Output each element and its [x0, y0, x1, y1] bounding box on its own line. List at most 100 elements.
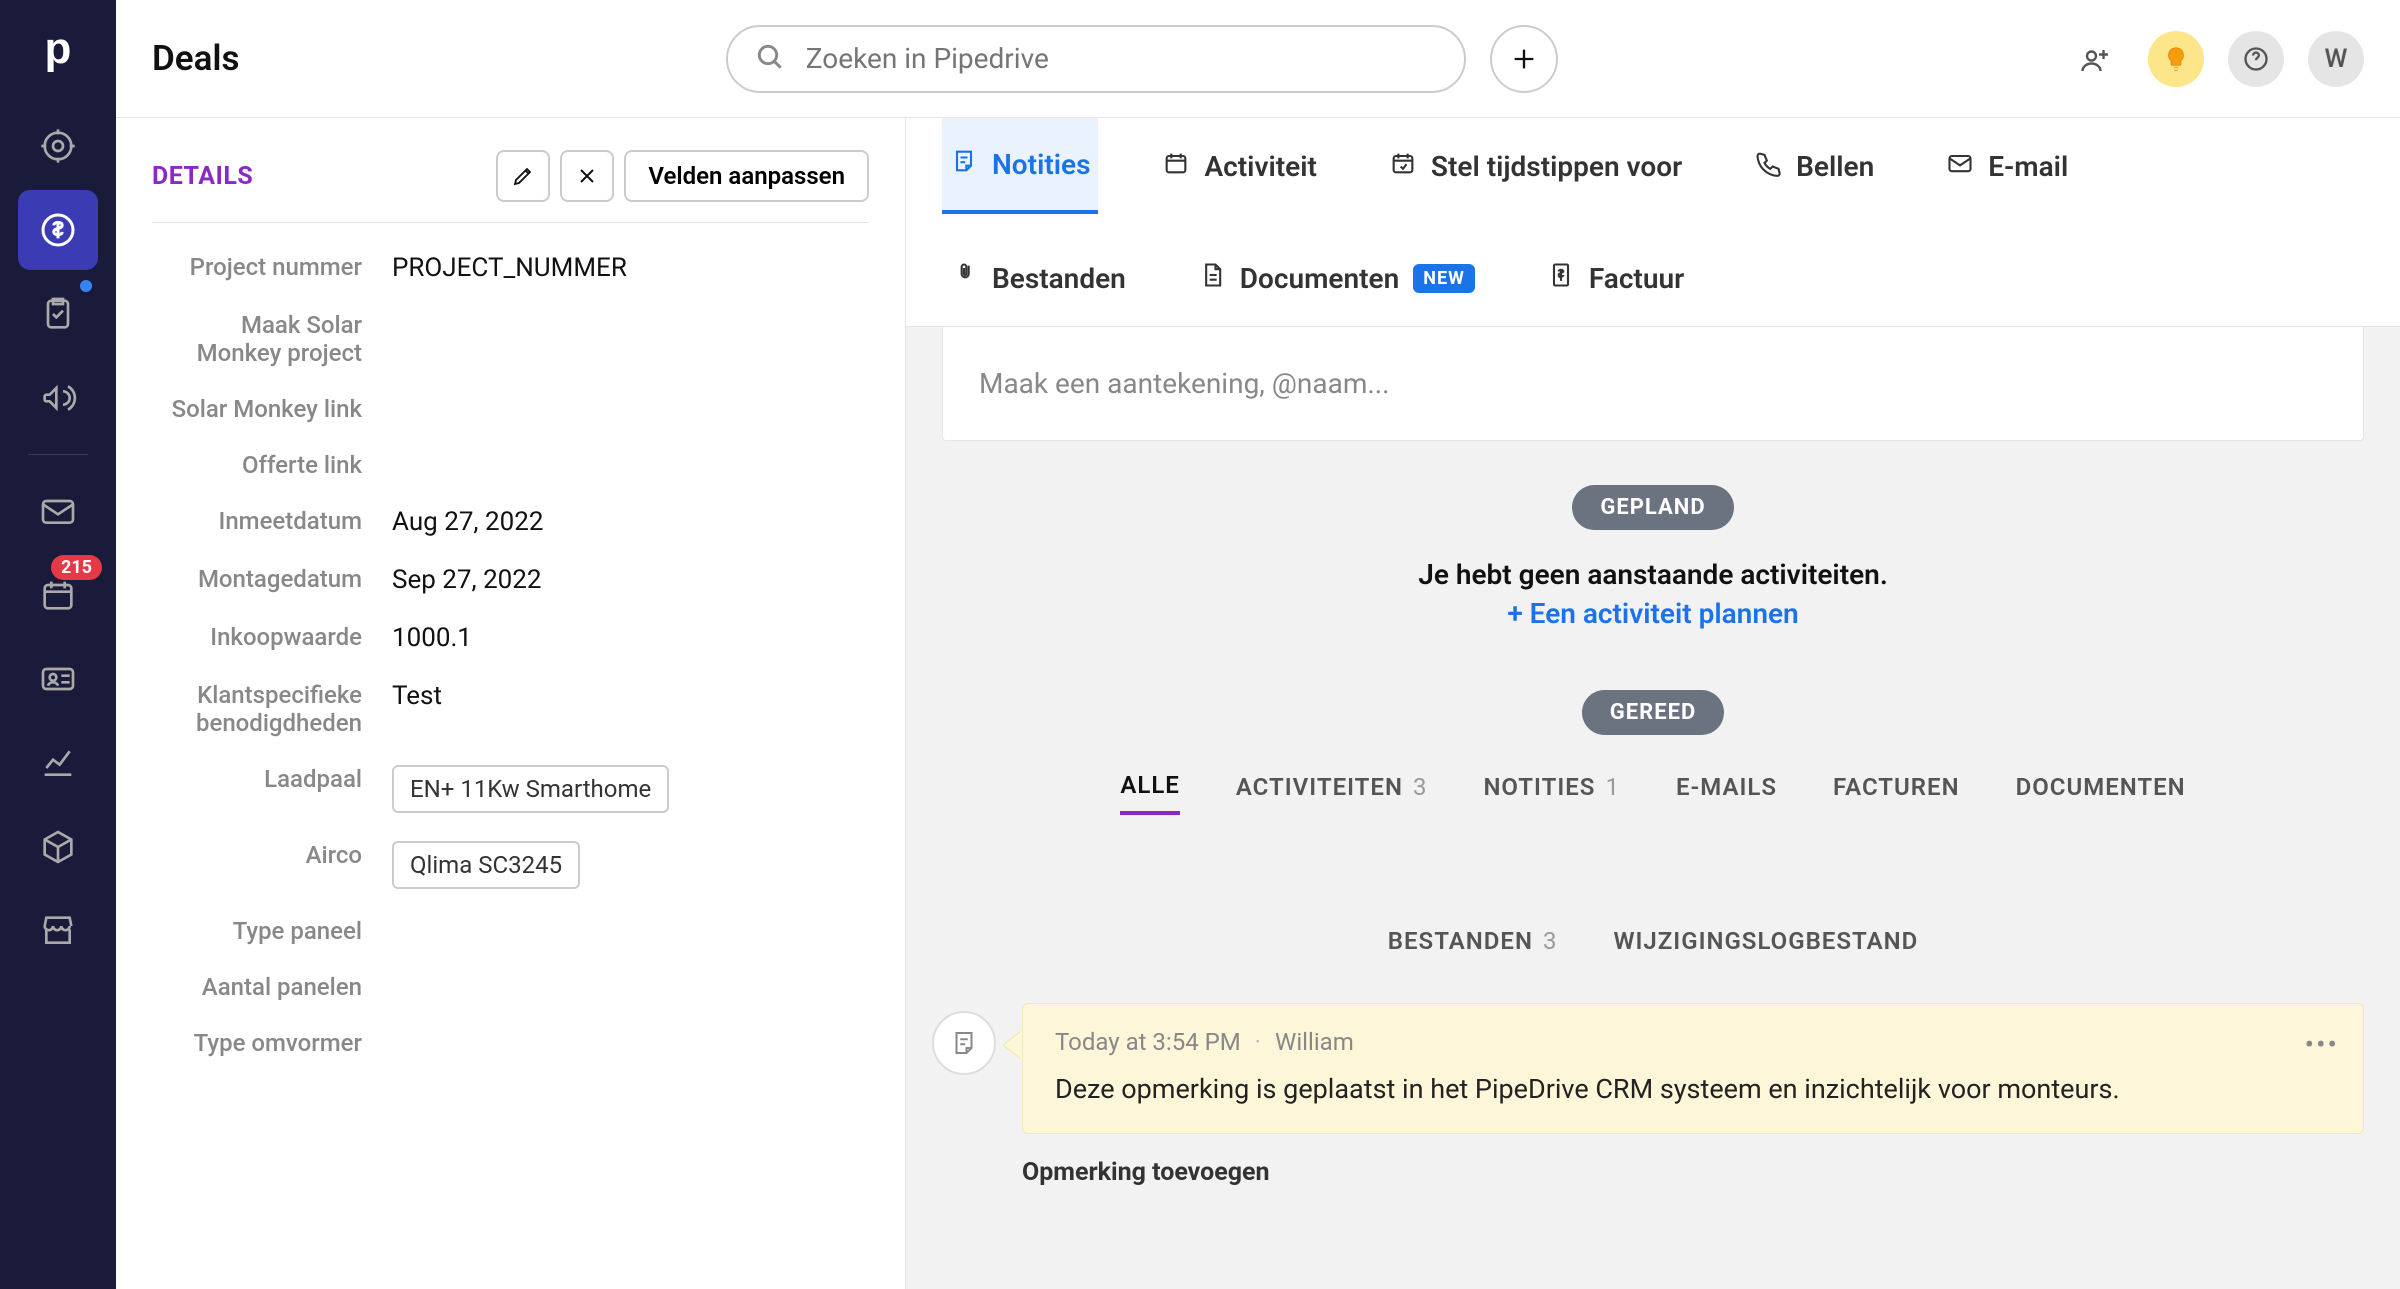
tab-label: Bellen [1796, 150, 1874, 183]
nav-marketplace[interactable] [18, 891, 98, 971]
tab-activiteit[interactable]: Activiteit [1154, 118, 1324, 214]
note-time: Today at 3:54 PM [1055, 1028, 1241, 1056]
detail-value: Qlima SC3245 [392, 841, 580, 889]
megaphone-icon [38, 378, 78, 418]
close-button[interactable] [560, 150, 614, 202]
tab-label: Notities [992, 148, 1090, 181]
tab-documenten[interactable]: DocumentenNEW [1190, 230, 1483, 326]
timeline-note-item: Today at 3:54 PM · William ••• Deze opme… [942, 1003, 2364, 1134]
add-button[interactable] [1490, 25, 1558, 93]
notification-dot [80, 280, 92, 292]
tab-bestanden[interactable]: Bestanden [942, 230, 1134, 326]
detail-value: Sep 27, 2022 [392, 565, 542, 595]
sidebar: p 215 [0, 0, 116, 1289]
help-button[interactable] [2228, 31, 2284, 87]
nav-mail[interactable] [18, 471, 98, 551]
filter-facturen[interactable]: FACTUREN [1833, 771, 1960, 815]
tab-label: E-mail [1988, 150, 2068, 183]
edit-button[interactable] [496, 150, 550, 202]
filter-documenten[interactable]: DOCUMENTEN [2016, 771, 2186, 815]
nav-projects[interactable] [18, 274, 98, 354]
detail-row: InmeetdatumAug 27, 2022 [152, 493, 869, 551]
detail-row: AircoQlima SC3245 [152, 827, 869, 903]
details-title: DETAILS [152, 162, 253, 191]
filter-label: ACTIVITEITEN [1236, 773, 1403, 801]
tab-notities[interactable]: Notities [942, 118, 1098, 214]
note-author: William [1275, 1028, 1354, 1056]
detail-row: Type omvormer [152, 1015, 869, 1071]
filter-count: 3 [1413, 773, 1428, 801]
filter-count: 3 [1543, 927, 1558, 955]
detail-row: Laadpaal EN+ 11Kw Smarthome [152, 751, 869, 827]
tab-label: Bestanden [992, 262, 1126, 295]
filter-label: E-MAILS [1676, 773, 1777, 801]
filter-alle[interactable]: ALLE [1120, 771, 1180, 815]
detail-label: Laadpaal [152, 765, 362, 813]
tab-label: Stel tijdstippen voor [1431, 150, 1682, 183]
nav-campaigns[interactable] [18, 358, 98, 438]
nav-products[interactable] [18, 807, 98, 887]
pencil-icon [511, 164, 535, 188]
note-menu-button[interactable]: ••• [2305, 1028, 2339, 1061]
filter-label: WIJZIGINGSLOGBESTAND [1613, 927, 1918, 955]
detail-label: Inmeetdatum [152, 507, 362, 537]
plan-activity-link[interactable]: + Een activiteit plannen [1507, 597, 1798, 630]
detail-chip: EN+ 11Kw Smarthome [392, 765, 669, 813]
lightbulb-icon [2161, 44, 2191, 74]
bellen-icon [1754, 149, 1782, 184]
detail-label: Klantspecifieke benodigdheden [152, 681, 362, 737]
filter-tabs: ALLE ACTIVITEITEN 3 NOTITIES1 E-MAILS FACTURE… [906, 735, 2400, 1003]
customize-fields-button[interactable]: Velden aanpassen [624, 150, 869, 202]
add-comment-button[interactable]: Opmerking toevoegen [1022, 1158, 2400, 1187]
dollar-circle-icon [38, 210, 78, 250]
package-icon [38, 827, 78, 867]
note-card: Today at 3:54 PM · William ••• Deze opme… [1022, 1003, 2364, 1134]
documenten-icon [1198, 261, 1226, 296]
detail-value: 1000.1 [392, 623, 472, 653]
nav-activities[interactable]: 215 [18, 555, 98, 635]
help-icon [2242, 45, 2270, 73]
tab-bellen[interactable]: Bellen [1746, 118, 1882, 214]
storefront-icon [38, 911, 78, 951]
filter-activiteiten[interactable]: ACTIVITEITEN 3 [1236, 771, 1428, 815]
filter-label: BESTANDEN [1388, 927, 1533, 955]
tab-e-mail[interactable]: E-mail [1938, 118, 2076, 214]
nav-contacts[interactable] [18, 639, 98, 719]
detail-row: Inkoopwaarde1000.1 [152, 609, 869, 667]
nav-leads[interactable] [18, 106, 98, 186]
done-pill: GEREED [1582, 690, 1725, 735]
sidebar-divider [28, 454, 88, 455]
filter-notities[interactable]: NOTITIES1 [1483, 771, 1620, 815]
filter-e-mails[interactable]: E-MAILS [1676, 771, 1777, 815]
detail-label: Maak Solar Monkey project [152, 311, 362, 367]
nav-insights[interactable] [18, 723, 98, 803]
tips-button[interactable] [2148, 31, 2204, 87]
tab-factuur[interactable]: Factuur [1539, 230, 1692, 326]
target-icon [38, 126, 78, 166]
detail-label: Offerte link [152, 451, 362, 479]
detail-label: Type omvormer [152, 1029, 362, 1057]
tab-label: Factuur [1589, 262, 1684, 295]
tab-label: Activiteit [1204, 150, 1316, 183]
page-title: Deals [152, 38, 240, 79]
e-mail-icon [1946, 149, 1974, 184]
header: Deals W [116, 0, 2400, 118]
invite-button[interactable] [2068, 31, 2124, 87]
detail-chip: Qlima SC3245 [392, 841, 580, 889]
user-avatar[interactable]: W [2308, 31, 2364, 87]
filter-wijzigingslogbestand[interactable]: WIJZIGINGSLOGBESTAND [1613, 927, 1918, 967]
id-card-icon [38, 659, 78, 699]
note-icon [949, 1028, 979, 1058]
activiteit-icon [1162, 149, 1190, 184]
note-body: Deze opmerking is geplaatst in het PipeD… [1055, 1070, 2331, 1109]
search-input[interactable] [726, 25, 1466, 93]
nav-deals[interactable] [18, 190, 98, 270]
detail-row: Solar Monkey link [152, 381, 869, 437]
detail-row: MontagedatumSep 27, 2022 [152, 551, 869, 609]
planned-pill: GEPLAND [1572, 485, 1733, 530]
note-input[interactable]: Maak een aantekening, @naam... [942, 327, 2364, 441]
tab-stel-tijdstippen-voor[interactable]: Stel tijdstippen voor [1381, 118, 1690, 214]
new-badge: NEW [1413, 264, 1475, 293]
filter-bestanden[interactable]: BESTANDEN 3 [1388, 927, 1558, 967]
detail-row: Project nummerPROJECT_NUMMER [152, 239, 869, 297]
